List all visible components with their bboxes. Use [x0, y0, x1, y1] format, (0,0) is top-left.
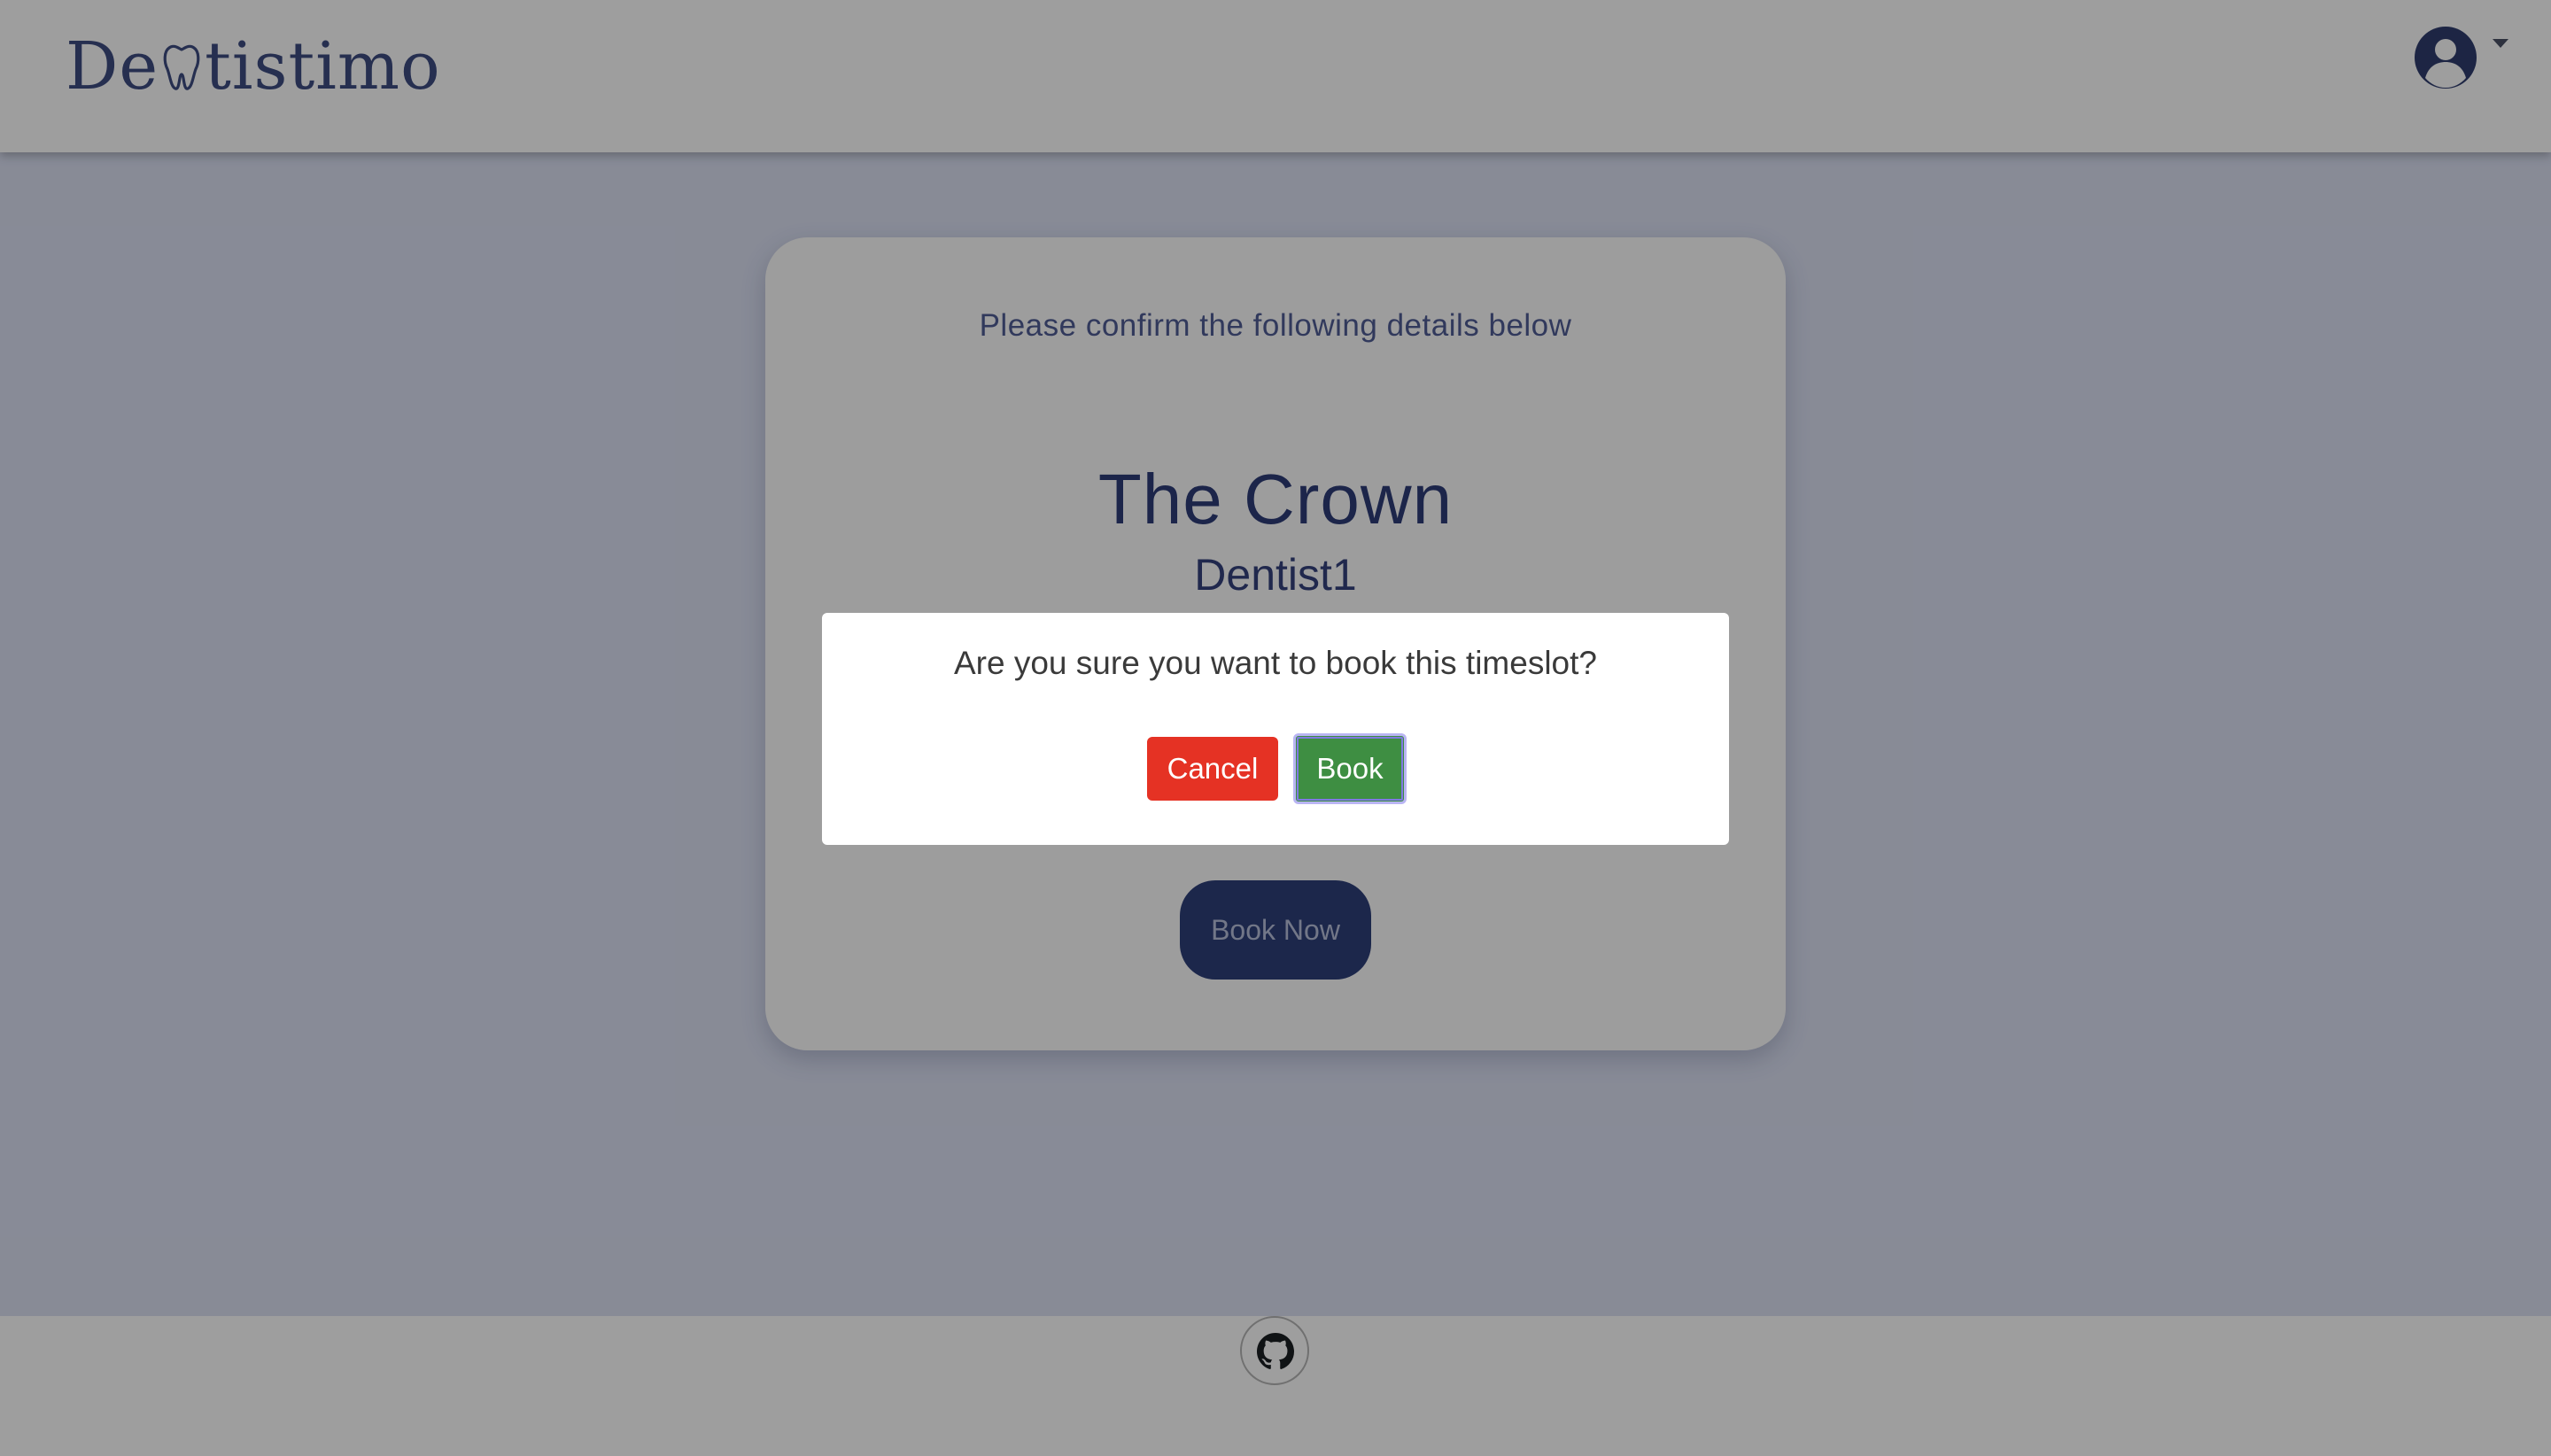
confirm-book-button[interactable]: Book — [1293, 733, 1407, 804]
dialog-message: Are you sure you want to book this times… — [954, 645, 1597, 681]
confirm-booking-dialog: Are you sure you want to book this times… — [822, 613, 1729, 845]
cancel-button[interactable]: Cancel — [1147, 737, 1278, 801]
